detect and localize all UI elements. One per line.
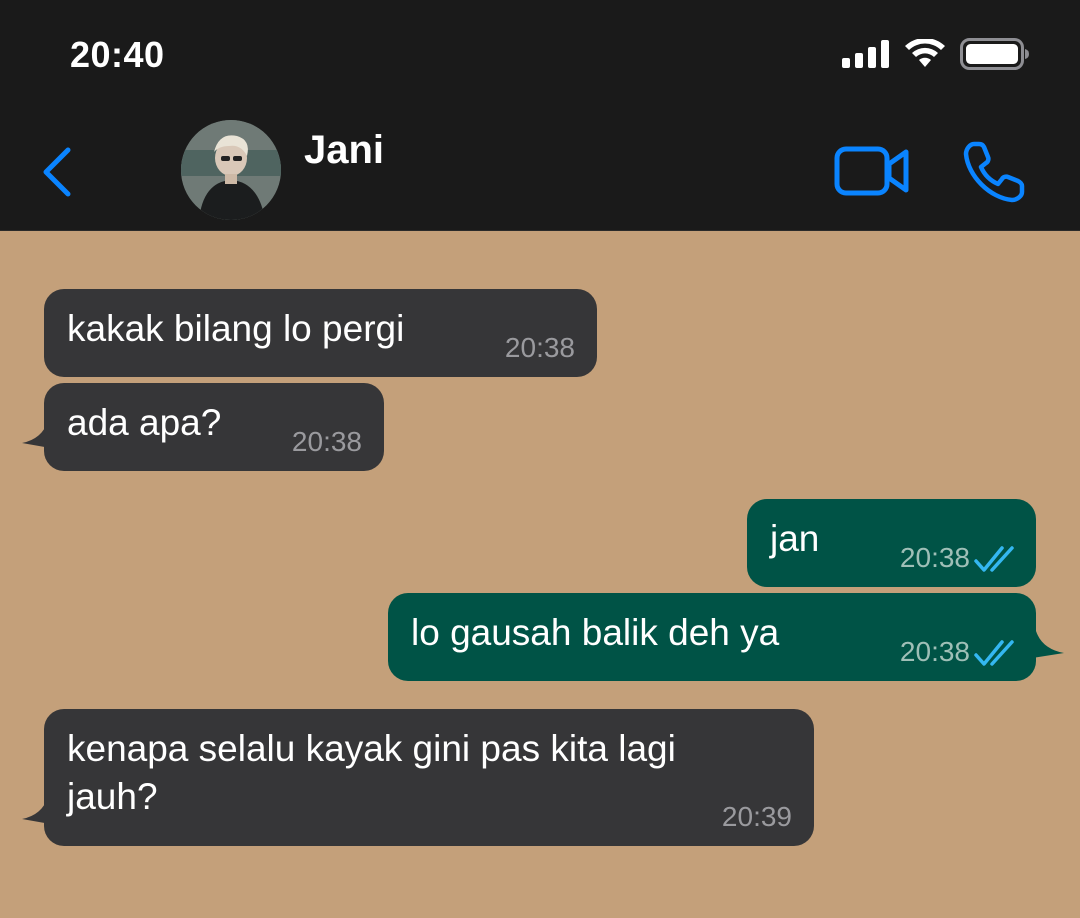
status-bar: 20:40 [0,0,1080,100]
message-text: kenapa selalu kayak gini pas kita lagi j… [67,728,676,817]
back-chevron-icon[interactable] [36,144,80,200]
message-text: lo gausah balik deh ya [411,612,780,653]
message-outgoing[interactable]: lo gausah balik deh ya 20:38 [388,593,1036,681]
contact-avatar[interactable] [181,120,281,220]
chat-thread[interactable]: kakak bilang lo pergi 20:38 ada apa? 20:… [0,231,1080,918]
signal-icon [842,40,889,68]
status-icons [842,38,1030,70]
message-time: 20:38 [291,426,362,457]
message-time: 20:38 [899,636,970,667]
message-text: ada apa? [67,402,222,443]
video-call-icon[interactable] [834,144,910,198]
message-incoming[interactable]: ada apa? 20:38 [44,383,384,471]
chat-header: Jani [0,100,1080,231]
wifi-icon [905,39,945,67]
message-outgoing[interactable]: jan 20:38 [747,499,1036,587]
avatar-photo [181,120,281,220]
message-incoming[interactable]: kenapa selalu kayak gini pas kita lagi j… [44,709,814,846]
message-text: jan [770,518,820,559]
message-incoming[interactable]: kakak bilang lo pergi 20:38 [44,289,597,377]
message-time: 20:38 [504,332,575,363]
phone-icon[interactable] [962,140,1026,204]
message-text: kakak bilang lo pergi [67,308,405,349]
read-receipt-icon [974,640,1014,666]
read-receipt-icon [974,546,1014,572]
status-time: 20:40 [70,34,165,75]
message-time: 20:39 [721,801,792,832]
message-time: 20:38 [899,542,970,573]
contact-name[interactable]: Jani [304,128,384,173]
battery-icon [960,38,1029,70]
